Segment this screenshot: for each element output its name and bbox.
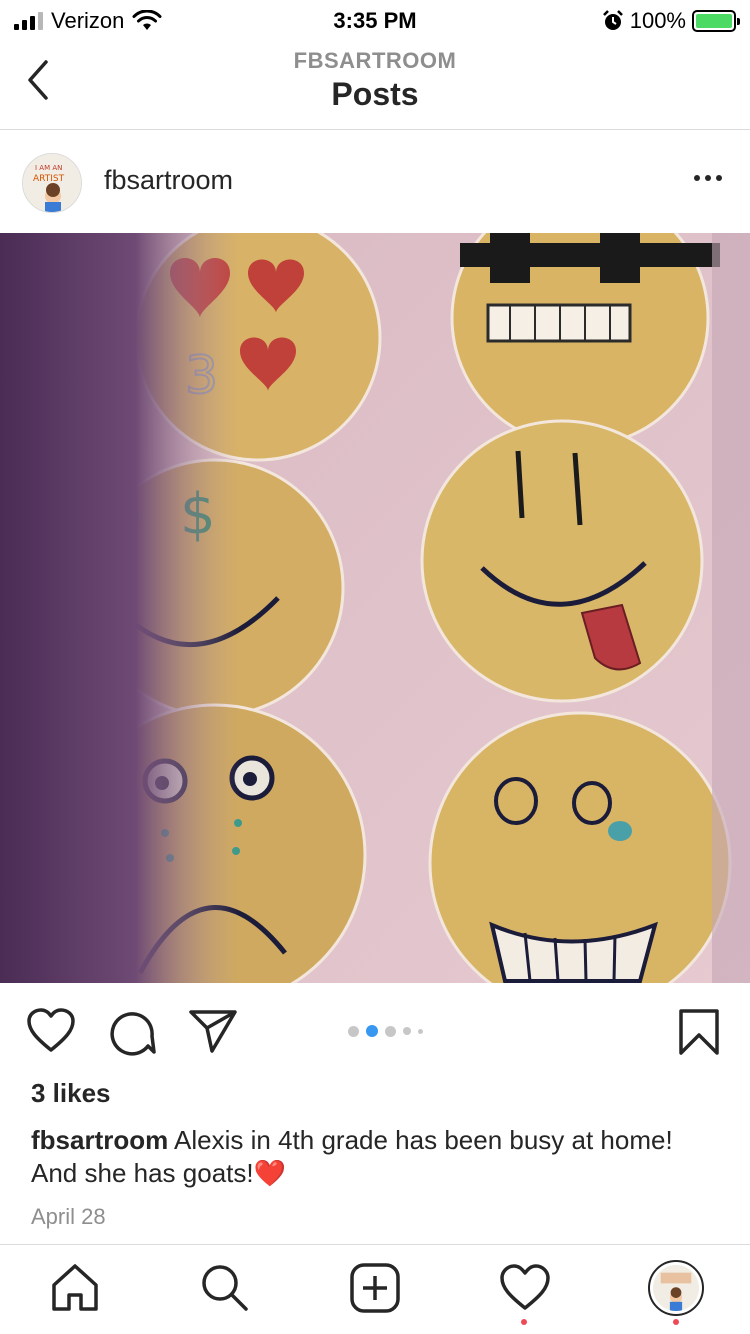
- activity-heart-icon[interactable]: [498, 1261, 552, 1315]
- share-send-icon[interactable]: [188, 1008, 238, 1054]
- caption-username[interactable]: fbsartroom: [31, 1125, 168, 1155]
- carousel-dot: [385, 1025, 396, 1037]
- profile-avatar-image: [653, 1265, 699, 1311]
- battery-percent: 100%: [629, 8, 686, 33]
- header-subtitle: FBSARTROOM: [293, 48, 457, 73]
- new-post-icon[interactable]: [348, 1261, 402, 1315]
- save-bookmark-icon[interactable]: [678, 1008, 720, 1056]
- likes-count[interactable]: 3 likes: [31, 1078, 111, 1109]
- avatar-text-1: I AM AN: [35, 164, 62, 172]
- post-date: April 28: [31, 1204, 106, 1229]
- search-icon[interactable]: [198, 1261, 252, 1315]
- bottom-tab-bar: [0, 1244, 750, 1334]
- status-right: 100%: [602, 8, 740, 34]
- home-icon[interactable]: [48, 1261, 102, 1315]
- post-header: I AM AN ARTIST fbsartroom: [0, 131, 750, 231]
- post-actions: [0, 1000, 750, 1070]
- post-caption: fbsartroom Alexis in 4th grade has been …: [31, 1124, 721, 1190]
- emoji-drawing-image: 3 $ $: [0, 233, 750, 983]
- carousel-dot: [366, 1025, 378, 1037]
- post-image[interactable]: 3 $ $: [0, 233, 750, 983]
- post-username[interactable]: fbsartroom: [104, 165, 233, 196]
- carousel-dot: [403, 1027, 411, 1035]
- nav-header: FBSARTROOM Posts: [0, 40, 750, 130]
- carousel-dot: [418, 1028, 423, 1034]
- page-title: Posts: [331, 76, 419, 112]
- user-avatar[interactable]: I AM AN ARTIST: [22, 153, 82, 213]
- carousel-dot: [348, 1025, 359, 1037]
- alarm-clock-icon: [602, 10, 623, 30]
- avatar-artwork: I AM AN ARTIST: [23, 154, 81, 212]
- comment-icon[interactable]: [108, 1008, 156, 1056]
- more-options-icon[interactable]: [694, 175, 722, 181]
- activity-notification-dot: [521, 1319, 527, 1325]
- battery-icon: [692, 10, 740, 32]
- avatar-text-2: ARTIST: [33, 174, 65, 184]
- status-bar: Verizon 3:35 PM 100%: [0, 0, 750, 40]
- like-heart-icon[interactable]: [26, 1008, 76, 1054]
- profile-avatar[interactable]: [648, 1260, 704, 1316]
- profile-notification-dot: [673, 1319, 679, 1325]
- carousel-indicator: [348, 1025, 423, 1037]
